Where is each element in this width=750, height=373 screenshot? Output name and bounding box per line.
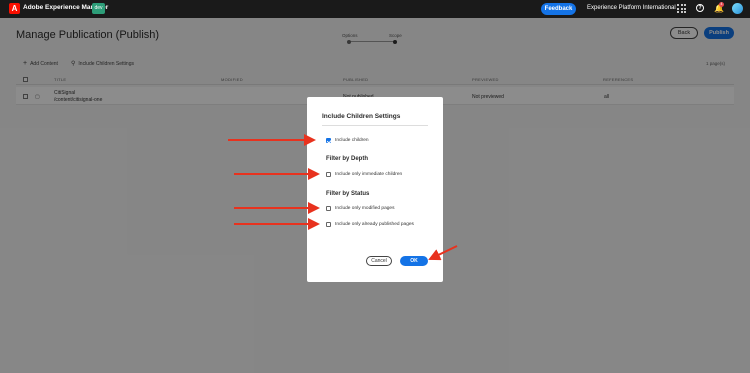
modified-pages-checkbox[interactable] xyxy=(326,206,331,211)
published-pages-option[interactable]: Include only already published pages xyxy=(326,222,414,227)
include-children-settings-dialog: Include Children Settings Include childr… xyxy=(307,97,443,282)
immediate-children-option[interactable]: Include only immediate children xyxy=(326,172,402,177)
adobe-logo-icon[interactable]: A xyxy=(9,3,20,14)
ok-button[interactable]: OK xyxy=(400,256,428,266)
filter-by-status-heading: Filter by Status xyxy=(326,191,370,197)
modified-pages-option[interactable]: Include only modified pages xyxy=(326,206,394,211)
published-pages-checkbox[interactable] xyxy=(326,222,331,227)
dialog-divider xyxy=(322,125,428,126)
organization-switcher[interactable]: Experience Platform International xyxy=(587,5,676,11)
feedback-button[interactable]: Feedback xyxy=(541,3,576,15)
top-bar: A Adobe Experience Manager dev Feedback … xyxy=(0,0,750,18)
immediate-children-checkbox[interactable] xyxy=(326,172,331,177)
filter-by-depth-heading: Filter by Depth xyxy=(326,156,369,162)
include-children-checkbox[interactable] xyxy=(326,138,331,143)
published-pages-label: Include only already published pages xyxy=(335,222,414,227)
include-children-option[interactable]: Include children xyxy=(326,138,369,143)
cancel-button[interactable]: Cancel xyxy=(366,256,392,266)
apps-grid-icon[interactable] xyxy=(677,4,686,13)
dialog-title: Include Children Settings xyxy=(322,113,401,120)
notification-count-badge: 4 xyxy=(719,2,724,7)
immediate-children-label: Include only immediate children xyxy=(335,172,403,177)
help-icon[interactable]: ? xyxy=(696,4,704,12)
avatar[interactable] xyxy=(732,3,743,14)
environment-badge: dev xyxy=(92,3,105,14)
modified-pages-label: Include only modified pages xyxy=(335,206,395,211)
include-children-label: Include children xyxy=(335,138,369,143)
